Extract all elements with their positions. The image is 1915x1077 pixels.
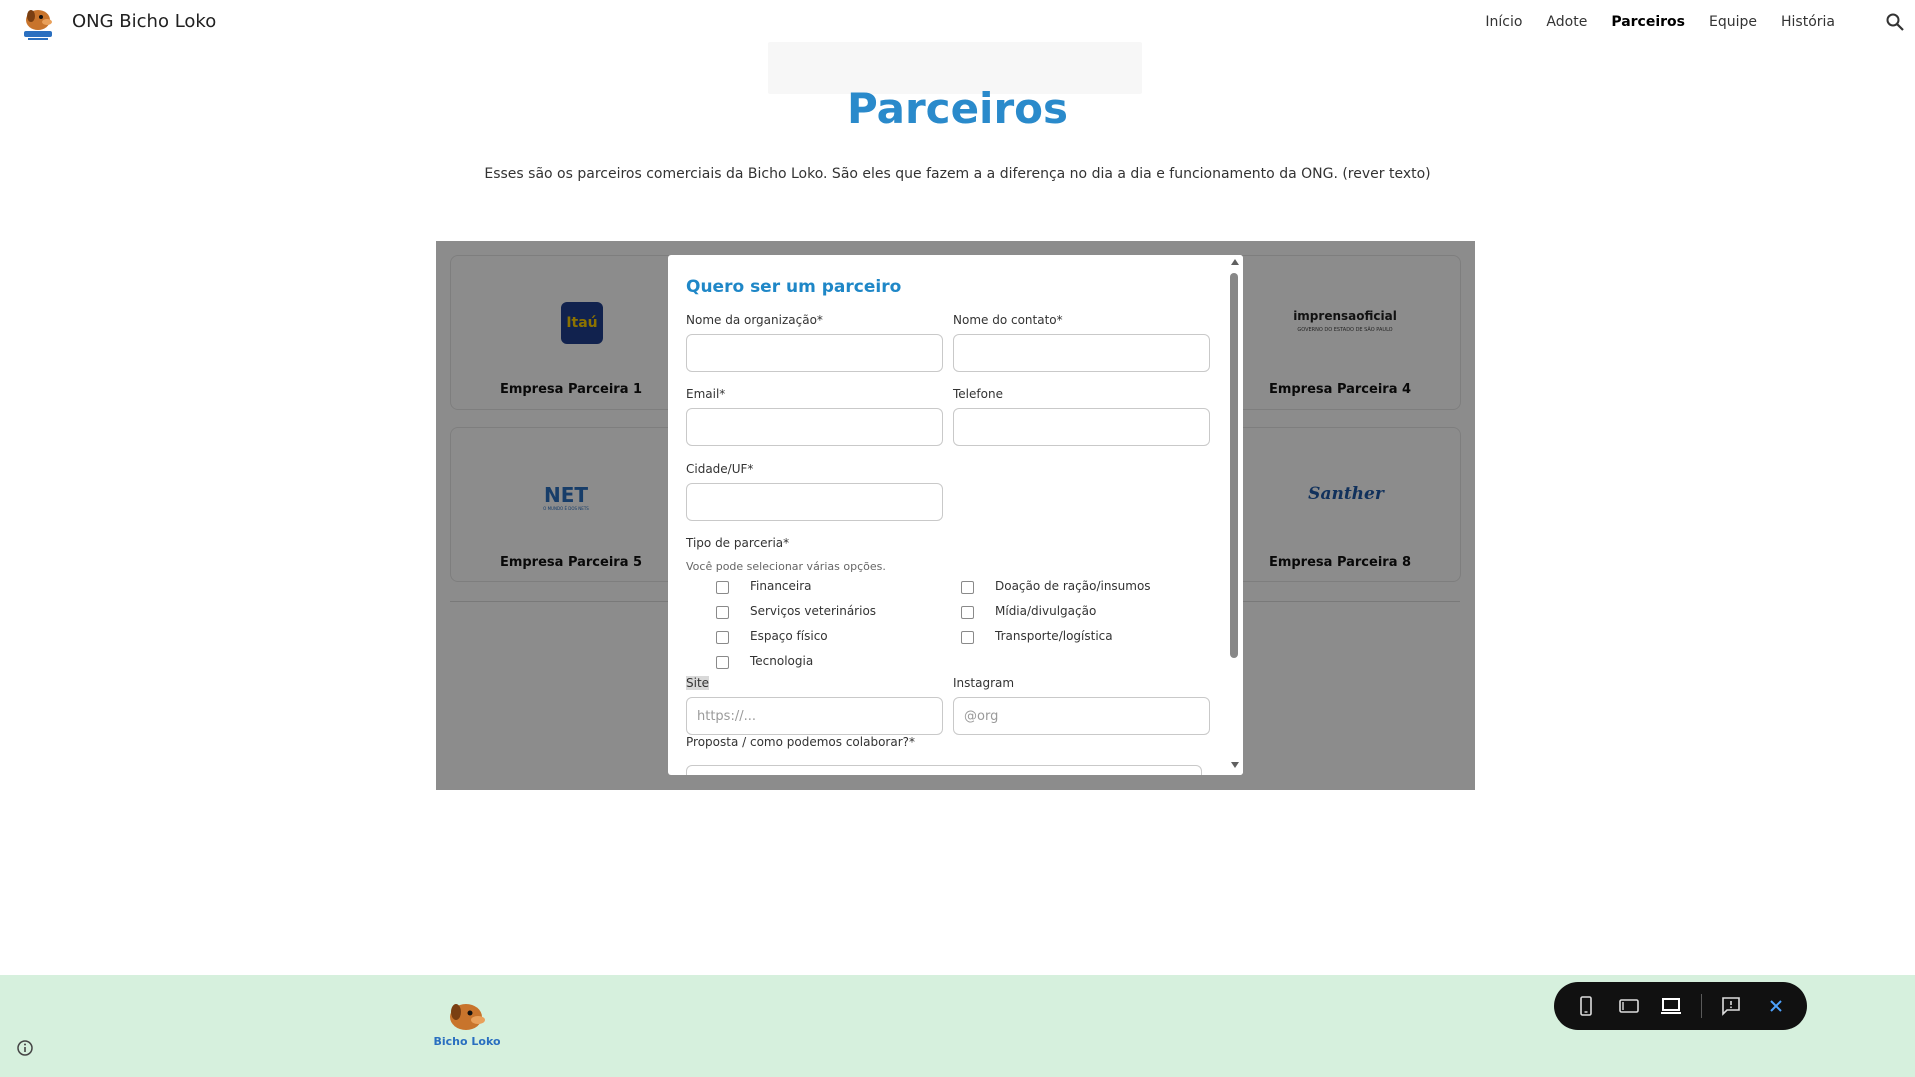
contact-name-label: Nome do contato*: [953, 313, 1063, 327]
phone-preview-icon[interactable]: [1574, 994, 1598, 1018]
page-title: Parceiros: [846, 84, 1069, 133]
site-title[interactable]: ONG Bicho Loko: [72, 11, 216, 32]
checkbox-label: Transporte/logística: [995, 629, 1113, 643]
partner-form-modal: Quero ser um parceiro Nome da organizaçã…: [668, 255, 1243, 775]
site-header: ONG Bicho Loko Início Adote Parceiros Eq…: [0, 0, 1915, 46]
contact-name-input[interactable]: [953, 334, 1210, 372]
checkbox-box[interactable]: [716, 656, 729, 669]
checkbox-espaco-fisico[interactable]: Espaço físico: [716, 629, 828, 644]
partnership-type-hint: Você pode selecionar várias opções.: [686, 560, 886, 573]
checkbox-label: Tecnologia: [750, 654, 814, 668]
instagram-label: Instagram: [953, 676, 1015, 690]
checkbox-label: Espaço físico: [750, 629, 828, 643]
instagram-input[interactable]: [953, 697, 1210, 735]
laptop-preview-icon[interactable]: [1659, 994, 1683, 1018]
footer-logo: Bicho Loko: [434, 1004, 500, 1048]
toolbar-separator: [1701, 994, 1702, 1018]
info-icon[interactable]: [16, 1039, 34, 1057]
tablet-preview-icon[interactable]: [1617, 994, 1641, 1018]
org-name-input[interactable]: [686, 334, 943, 372]
nav-item-equipe[interactable]: Equipe: [1709, 14, 1757, 30]
scrollbar-thumb[interactable]: [1230, 273, 1238, 658]
checkbox-box[interactable]: [961, 606, 974, 619]
checkbox-label: Serviços veterinários: [750, 604, 877, 618]
phone-input[interactable]: [953, 408, 1210, 446]
checkbox-box[interactable]: [961, 631, 974, 644]
nav-item-parceiros[interactable]: Parceiros: [1611, 14, 1685, 30]
nav-item-historia[interactable]: História: [1781, 14, 1835, 30]
search-icon[interactable]: [1885, 12, 1905, 32]
site-input[interactable]: [686, 697, 943, 735]
phone-label: Telefone: [953, 387, 1003, 401]
city-label: Cidade/UF*: [686, 462, 754, 476]
checkbox-midia-divulgacao[interactable]: Mídia/divulgação: [961, 604, 1096, 619]
org-name-label: Nome da organização*: [686, 313, 823, 327]
site-label: Site: [686, 676, 710, 690]
scroll-down-arrow-icon[interactable]: [1231, 762, 1239, 768]
main-nav: Início Adote Parceiros Equipe História: [1485, 14, 1835, 30]
nav-item-adote[interactable]: Adote: [1546, 14, 1587, 30]
report-icon[interactable]: [1719, 994, 1743, 1018]
checkbox-financeira[interactable]: Financeira: [716, 579, 812, 594]
svg-text:Bicho Loko: Bicho Loko: [434, 1035, 500, 1048]
checkbox-tecnologia[interactable]: Tecnologia: [716, 654, 813, 669]
email-input[interactable]: [686, 408, 943, 446]
site-logo-icon[interactable]: [18, 4, 58, 42]
modal-scrollbar[interactable]: [1225, 255, 1243, 775]
checkbox-servicos-veterinarios[interactable]: Serviços veterinários: [716, 604, 876, 619]
preview-toolbar: [1554, 982, 1807, 1030]
checkbox-box[interactable]: [961, 581, 974, 594]
email-label: Email*: [686, 387, 726, 401]
checkbox-doacao-racao[interactable]: Doação de ração/insumos: [961, 579, 1151, 594]
nav-item-inicio[interactable]: Início: [1485, 14, 1522, 30]
partner-form: Quero ser um parceiro Nome da organizaçã…: [668, 255, 1225, 775]
city-input[interactable]: [686, 483, 943, 521]
checkbox-label: Financeira: [750, 579, 812, 593]
checkbox-transporte-logistica[interactable]: Transporte/logística: [961, 629, 1113, 644]
checkbox-label: Doação de ração/insumos: [995, 579, 1151, 593]
partnership-type-label: Tipo de parceria*: [686, 536, 790, 550]
close-icon[interactable]: [1764, 994, 1788, 1018]
page-root: ONG Bicho Loko Início Adote Parceiros Eq…: [0, 0, 1915, 1077]
checkbox-box[interactable]: [716, 581, 729, 594]
checkbox-label: Mídia/divulgação: [995, 604, 1097, 618]
page-intro: Esses são os parceiros comerciais da Bic…: [484, 166, 1431, 182]
checkbox-box[interactable]: [716, 631, 729, 644]
scroll-up-arrow-icon[interactable]: [1231, 259, 1239, 265]
proposal-label: Proposta / como podemos colaborar?*: [686, 735, 915, 749]
form-title: Quero ser um parceiro: [686, 277, 902, 297]
proposal-textarea[interactable]: [686, 765, 1202, 775]
checkbox-box[interactable]: [716, 606, 729, 619]
